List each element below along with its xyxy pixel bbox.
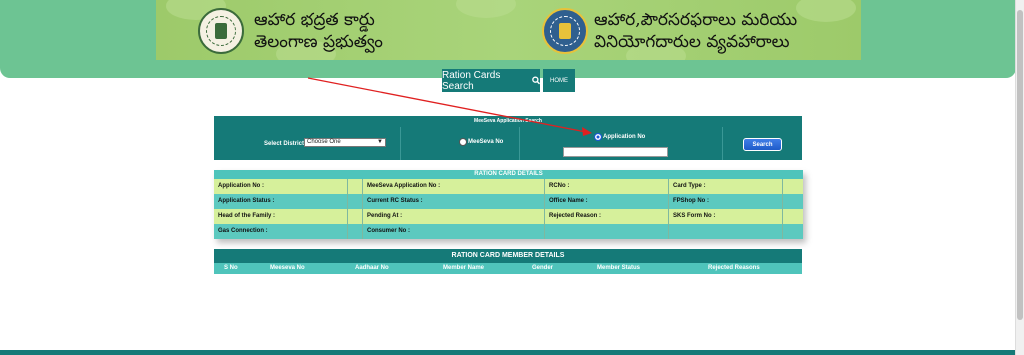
page-scrollbar[interactable] (1015, 0, 1024, 355)
annotation-arrow (307, 77, 592, 136)
footer-bar (0, 350, 1016, 355)
